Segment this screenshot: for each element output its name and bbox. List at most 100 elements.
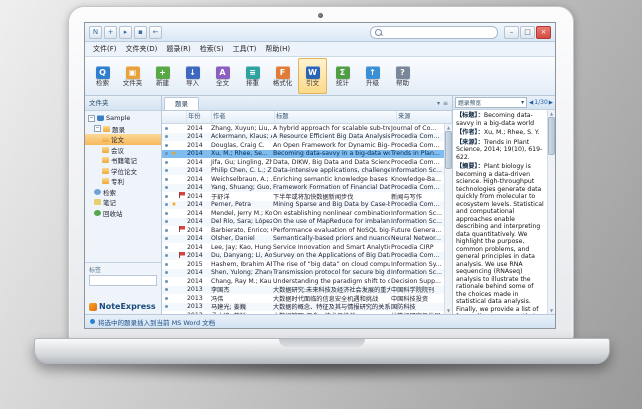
search-input[interactable]	[384, 28, 493, 37]
table-scrollbar[interactable]: ▲ ▼	[444, 124, 452, 314]
table-row[interactable]: ★ 2014 Perner, Petra Mining Sparse and B…	[162, 201, 444, 210]
update-icon[interactable]: ↑ 升级	[358, 58, 387, 94]
cell-title: Data, DIKW, Big Data and Data Science	[272, 159, 390, 166]
tree-item-label: 论文	[111, 134, 124, 144]
table-row[interactable]: ★ 2014 Barbierato, Enrico; G... Performa…	[162, 226, 444, 235]
close-button[interactable]: ×	[536, 26, 551, 39]
format-icon[interactable]: F 格式化	[268, 58, 297, 94]
cell-source: Information Sy...	[390, 261, 444, 268]
find-fulltext-icon[interactable]: A 全文	[208, 58, 237, 94]
cell-title: On the use of MapReduce for imbalanced b…	[272, 218, 390, 225]
scroll-down-icon[interactable]: ▼	[447, 307, 450, 314]
tree-item[interactable]: − 回收站	[85, 208, 161, 219]
menu-record[interactable]: 题录(R)	[162, 44, 194, 54]
scrollbar-thumb[interactable]	[445, 131, 452, 169]
expander-icon[interactable]: −	[88, 115, 95, 122]
tree-item[interactable]: − 专利	[85, 176, 161, 187]
table-row[interactable]: ★ 2014 Douglas, Craig C. An Open Framewo…	[162, 141, 444, 150]
menu-folder[interactable]: 文件夹(D)	[122, 44, 162, 54]
record-type-icon	[162, 235, 170, 242]
table-row[interactable]: ★ 2014 Lee, Jay; Kao, Hung-... Service I…	[162, 243, 444, 252]
tree-item[interactable]: − 笔记	[85, 197, 161, 208]
column-year[interactable]: 年份	[187, 111, 212, 123]
table-row[interactable]: ★ 2014 Xu, M.; Rhee, Se... Becoming data…	[162, 150, 444, 159]
statistics-icon[interactable]: Σ 统计	[328, 58, 357, 94]
titlebar-search-box[interactable]	[370, 26, 498, 39]
cell-source: 新闻与写作	[390, 192, 444, 201]
tree-item[interactable]: − 学位论文	[85, 166, 161, 177]
expander-icon[interactable]: −	[94, 125, 101, 132]
scrollbar-thumb[interactable]	[548, 117, 555, 155]
records-tabbar: 题录 ▾ ≡	[162, 96, 452, 111]
tags-filter-box[interactable]	[89, 275, 157, 286]
detail-header: 题录预览 ▾ ◀ 1/30 ▶	[453, 96, 555, 110]
tab-records[interactable]: 题录	[164, 97, 199, 110]
toolbar-icon: Q	[96, 66, 110, 79]
table-row[interactable]: ★ 2015 Hashem, Ibrahim Ab... The rise of…	[162, 260, 444, 269]
app-logo-icon[interactable]: N	[89, 26, 102, 39]
table-row[interactable]: ★ 2014 Weichselbraun, A.; ... Enriching …	[162, 175, 444, 184]
table-row[interactable]: ★ 2013 马建光; 姜巍 大数据的概念、特征及其与情报研究的关系 国防科技	[162, 303, 444, 312]
table-row[interactable]: ★ 2014 Ackermann, Klaus; A... A Resource…	[162, 133, 444, 142]
cell-year: 2014	[186, 269, 210, 276]
menu-search[interactable]: 检索(S)	[196, 44, 228, 54]
column-author[interactable]: 作者	[212, 111, 275, 123]
open-database-icon[interactable]: ▸	[119, 26, 132, 39]
next-record-icon[interactable]: ▶	[549, 100, 553, 106]
prev-record-icon[interactable]: ◀	[529, 100, 533, 106]
table-row[interactable]: ★ 2013 冯伟 大数据时代面临的信息安全机遇和挑战 中国科技投资	[162, 294, 444, 303]
menu-help[interactable]: 帮助(H)	[261, 44, 294, 54]
statusbar: 将选中的题录插入到当前 MS Word 文档	[85, 314, 555, 328]
tree-item-label: 回收站	[103, 208, 123, 218]
column-filter-icon[interactable]: ▾	[437, 100, 440, 107]
help-icon[interactable]: ? 帮助	[388, 58, 417, 94]
table-row[interactable]: ★ 2014 Mendel, Jerry M.; Ko... On establ…	[162, 209, 444, 218]
new-database-icon[interactable]: +	[104, 26, 117, 39]
menu-file[interactable]: 文件(F)	[89, 44, 121, 54]
back-icon[interactable]: ←	[149, 26, 162, 39]
list-settings-icon[interactable]: ≡	[443, 100, 448, 107]
detail-scrollbar[interactable]: ▲ ▼	[547, 110, 555, 314]
table-row[interactable]: ★ 2014 Jifa, Gu; Lingling, Zh... Data, D…	[162, 158, 444, 167]
new-folder-icon[interactable]: ▣ 文件夹	[118, 58, 147, 94]
table-row[interactable]: ★ 2014 Del Río, Sara; López,... On the u…	[162, 218, 444, 227]
tree-item[interactable]: − Sample	[85, 113, 161, 124]
column-title[interactable]: 标题	[275, 111, 397, 123]
scroll-down-icon[interactable]: ▼	[550, 307, 553, 314]
preview-field: 【摘要】：Plant biology is becoming a data-dr…	[456, 163, 544, 314]
import-records-icon[interactable]: ↓ 导入	[178, 58, 207, 94]
minimize-button[interactable]: –	[504, 26, 519, 39]
deduplicate-icon[interactable]: ≡ 排重	[238, 58, 267, 94]
maximize-button[interactable]: □	[520, 26, 535, 39]
scroll-up-icon[interactable]: ▲	[447, 124, 450, 131]
table-row[interactable]: ★ 2014 Philip Chen, C. L.; Z... Data-int…	[162, 167, 444, 176]
insert-citation-icon[interactable]: W 引文	[298, 58, 327, 94]
tree-item[interactable]: − 会议	[85, 145, 161, 156]
table-row[interactable]: ★ 2014 Zhang, Xuyun; Liu,... A hybrid ap…	[162, 124, 444, 133]
new-record-icon[interactable]: + 新建	[148, 58, 177, 94]
scroll-up-icon[interactable]: ▲	[550, 110, 553, 117]
cell-source: Procedia Com...	[390, 142, 444, 149]
table-row[interactable]: ★ 2013 李国杰 大数据研究:未来科技及经济社会发展的重大战略领域 中国科学…	[162, 286, 444, 295]
table-row[interactable]: ★ 2014 Du, Danyang; Li, Ao... Survey on …	[162, 252, 444, 261]
column-source[interactable]: 来源	[397, 111, 452, 123]
table-row[interactable]: ★ 2014 Shen, Yulong; Zhang... Transmissi…	[162, 269, 444, 278]
table-row[interactable]: ★ 2014 Yang, Shuang; Guo,... Framework F…	[162, 184, 444, 193]
save-database-icon[interactable]: ▪	[134, 26, 147, 39]
table-row[interactable]: ★ 2014 Olsher, Daniel Semantically-based…	[162, 235, 444, 244]
view-style-dropdown[interactable]: 题录预览 ▾	[455, 97, 527, 108]
tree-item[interactable]: − 论文	[85, 134, 161, 145]
field-label: 【标题】：	[456, 112, 484, 119]
cell-source: Trends in Plan...	[390, 150, 444, 157]
cell-year: 2014	[186, 167, 210, 174]
tree-item[interactable]: − 题录	[85, 124, 161, 135]
cell-title: Transmission protocol for secure big dat…	[272, 269, 390, 276]
menu-tools[interactable]: 工具(T)	[229, 44, 261, 54]
tree-item[interactable]: − 检索	[85, 187, 161, 198]
notes-icon	[94, 199, 101, 205]
field-label: 【摘要】：	[456, 163, 484, 170]
table-row[interactable]: ★ 2014 于舒洋 下半年或将加快数据新闻步伐 新闻与写作	[162, 192, 444, 201]
table-row[interactable]: ★ 2014 Chang, Ray M.; Kau... Understandi…	[162, 277, 444, 286]
online-search-icon[interactable]: Q 检索	[88, 58, 117, 94]
tree-item[interactable]: − 书籍笔记	[85, 155, 161, 166]
